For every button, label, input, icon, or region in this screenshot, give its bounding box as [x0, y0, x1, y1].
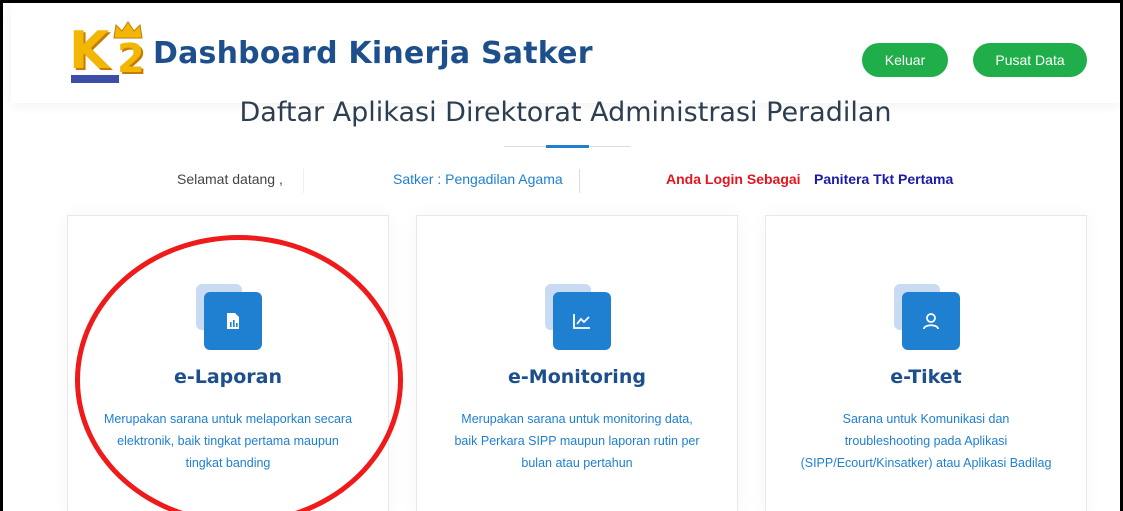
screenshot-frame: K 2 Dashboard Kinerja Satker Keluar Pusa…	[0, 0, 1123, 511]
page: K 2 Dashboard Kinerja Satker Keluar Pusa…	[11, 3, 1120, 511]
redacted-satker-name	[579, 169, 655, 193]
card-title[interactable]: e-Monitoring	[417, 366, 737, 388]
report-document-icon	[204, 292, 262, 350]
card-e-laporan[interactable]: e-Laporan Merupakan sarana untuk melapor…	[67, 215, 389, 511]
card-description: Merupakan sarana untuk melaporkan secara…	[103, 412, 353, 470]
card-title[interactable]: e-Tiket	[766, 366, 1086, 388]
card-description: Merupakan sarana untuk monitoring data, …	[454, 412, 700, 470]
data-center-button[interactable]: Pusat Data	[973, 43, 1087, 77]
card-description: Sarana untuk Komunikasi dan troubleshoot…	[800, 412, 1052, 470]
welcome-greeting: Selamat datang ,	[177, 171, 283, 187]
logout-button[interactable]: Keluar	[862, 43, 948, 77]
brand[interactable]: K 2 Dashboard Kinerja Satker	[69, 21, 593, 85]
top-navbar: K 2 Dashboard Kinerja Satker Keluar Pusa…	[11, 3, 1120, 103]
welcome-satker: Satker : Pengadilan Agama	[393, 171, 563, 187]
title-divider-accent	[546, 145, 589, 148]
k2-crown-logo-icon: K 2	[69, 21, 145, 83]
redacted-username	[303, 169, 379, 193]
line-chart-icon	[553, 292, 611, 350]
user-role: Panitera Tkt Pertama	[814, 171, 954, 187]
app-title: Dashboard Kinerja Satker	[153, 35, 593, 71]
card-e-tiket[interactable]: e-Tiket Sarana untuk Komunikasi dan trou…	[765, 215, 1087, 511]
card-e-monitoring[interactable]: e-Monitoring Merupakan sarana untuk moni…	[416, 215, 738, 511]
section-title: Daftar Aplikasi Direktorat Administrasi …	[239, 97, 892, 128]
user-icon	[902, 292, 960, 350]
login-as-label: Anda Login Sebagai	[666, 171, 801, 187]
card-title[interactable]: e-Laporan	[68, 366, 388, 388]
